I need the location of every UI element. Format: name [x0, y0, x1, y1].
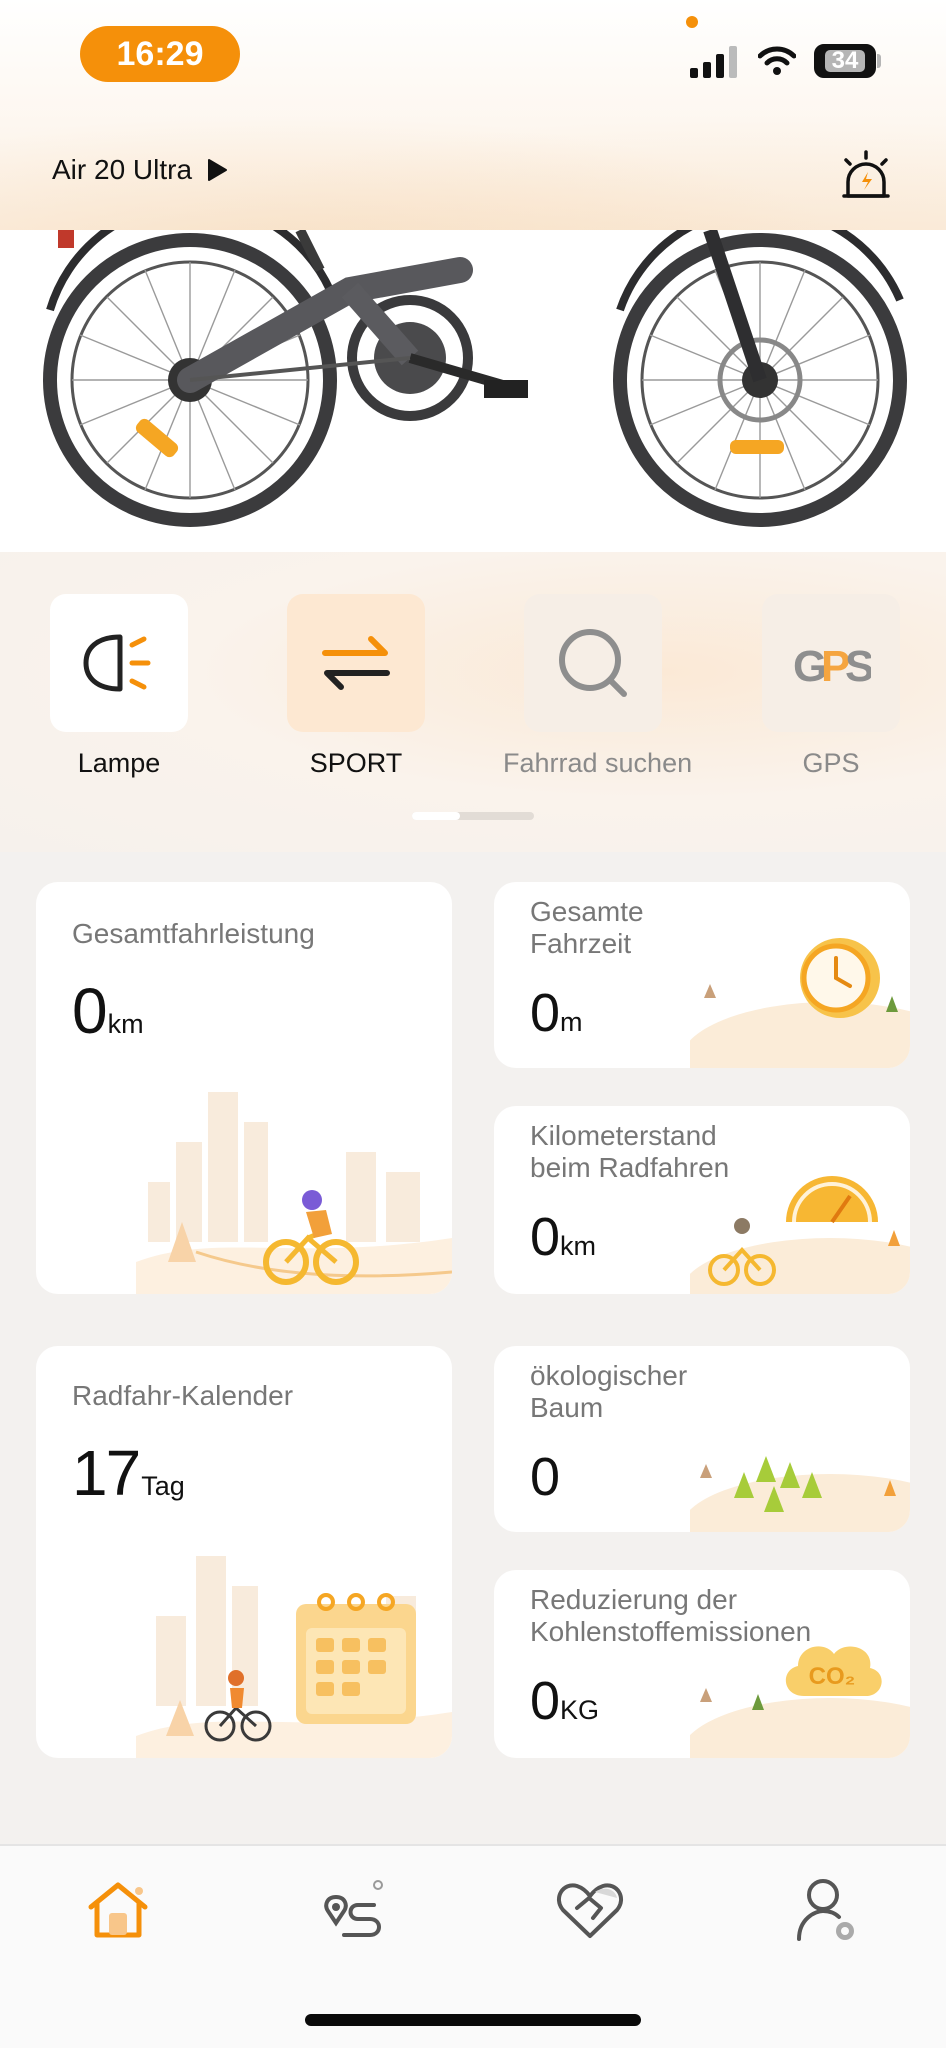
- page-indicator-active: [412, 812, 460, 820]
- quick-action-sport-mode[interactable]: SPORT: [266, 594, 446, 779]
- title-line: Gesamte: [530, 896, 644, 927]
- play-arrow-icon: [208, 159, 228, 181]
- value-unit: km: [107, 1009, 144, 1039]
- card-title: Gesamte Fahrzeit: [530, 896, 644, 960]
- privacy-indicator-dot: [686, 16, 698, 28]
- quick-action-label: SPORT: [309, 748, 403, 778]
- nav-home[interactable]: [78, 1870, 158, 1950]
- card-eco-tree[interactable]: ökologischer Baum 0: [494, 1346, 910, 1532]
- bike-selector[interactable]: Air 20 Ultra: [52, 154, 228, 186]
- card-cycling-calendar[interactable]: Radfahr-Kalender 17Tag: [36, 1346, 452, 1758]
- battery-tip: [877, 54, 881, 68]
- page-indicator: [412, 812, 534, 820]
- card-total-time[interactable]: Gesamte Fahrzeit 0m: [494, 882, 910, 1068]
- battery-icon: 34: [814, 44, 876, 78]
- card-carbon-reduction[interactable]: Reduzierung der Kohlenstoffemissionen 0KG…: [494, 1570, 910, 1758]
- card-title: Gesamtfahrleistung: [72, 918, 315, 949]
- route-icon: [324, 1880, 383, 1937]
- title-line: Fahrzeit: [530, 928, 632, 959]
- title-line: Baum: [530, 1392, 604, 1423]
- card-value: 0KG: [530, 1670, 599, 1732]
- card-title: Radfahr-Kalender: [72, 1380, 294, 1411]
- mode-switch-icon: [322, 636, 390, 690]
- home-indicator: [305, 2014, 641, 2026]
- value-number: 0: [530, 1207, 560, 1267]
- search-icon: [559, 629, 627, 697]
- value-number: 0: [72, 975, 108, 1047]
- status-time-text: 16:29: [116, 34, 204, 73]
- card-value: 0km: [72, 974, 144, 1048]
- wifi-icon: [758, 46, 796, 75]
- lamp-tile[interactable]: [50, 594, 188, 732]
- speedometer-cyclist-illustration: [690, 1176, 910, 1294]
- bike-image: [0, 230, 946, 552]
- card-value: 0m: [530, 982, 583, 1044]
- value-unit: m: [560, 1007, 583, 1037]
- calendar-cyclist-illustration: [136, 1556, 452, 1758]
- battery-level: 34: [831, 47, 859, 74]
- title-line: ökologischer: [530, 1360, 688, 1391]
- value-unit: km: [560, 1231, 597, 1261]
- card-title: ökologischer Baum: [530, 1360, 687, 1424]
- value-number: 0: [530, 1671, 560, 1731]
- nav-profile[interactable]: [788, 1870, 868, 1950]
- svg-text:S: S: [845, 642, 871, 691]
- card-total-distance[interactable]: Gesamtfahrleistung 0km: [36, 882, 452, 1294]
- clock-illustration: [690, 938, 910, 1068]
- value-number: 0: [530, 1447, 560, 1507]
- cellular-signal-icon: [690, 46, 737, 78]
- bike-illustration: [43, 230, 907, 527]
- value-number: 17: [72, 1437, 141, 1509]
- nav-routes[interactable]: [315, 1870, 395, 1950]
- find-bike-tile[interactable]: [524, 594, 662, 732]
- headlight-icon: [83, 634, 151, 692]
- card-value: 17Tag: [72, 1436, 185, 1510]
- value-number: 0: [530, 983, 560, 1043]
- value-unit: Tag: [141, 1471, 185, 1501]
- city-cyclist-illustration: [136, 1092, 452, 1294]
- card-value: 0km: [530, 1206, 596, 1268]
- card-value: 0: [530, 1446, 560, 1508]
- quick-action-lamp[interactable]: Lampe: [29, 594, 209, 779]
- home-icon: [88, 1882, 148, 1938]
- quick-action-label: Lampe: [77, 748, 161, 778]
- quick-action-label: GPS: [802, 748, 860, 778]
- status-time: 16:29: [80, 26, 240, 82]
- co2-cloud-illustration: CO₂: [690, 1646, 910, 1758]
- nav-care[interactable]: [550, 1870, 630, 1950]
- sport-mode-tile[interactable]: [287, 594, 425, 732]
- value-unit: KG: [560, 1695, 600, 1725]
- alarm-icon[interactable]: [838, 148, 894, 204]
- co2-badge: CO₂: [809, 1663, 856, 1690]
- quick-action-find-bike[interactable]: Fahrrad suchen: [503, 594, 693, 779]
- quick-action-gps[interactable]: G P S GPS: [741, 594, 921, 779]
- card-odometer[interactable]: Kilometerstand beim Radfahren 0km: [494, 1106, 910, 1294]
- heart-hands-icon: [557, 1883, 623, 1938]
- bike-name: Air 20 Ultra: [52, 154, 193, 185]
- quick-action-label: Fahrrad suchen: [503, 748, 693, 778]
- gps-tile[interactable]: G P S: [762, 594, 900, 732]
- title-line: Kilometerstand: [530, 1120, 717, 1151]
- gps-icon: G P S: [793, 642, 871, 691]
- profile-settings-icon: [797, 1879, 854, 1941]
- trees-illustration: [690, 1456, 910, 1532]
